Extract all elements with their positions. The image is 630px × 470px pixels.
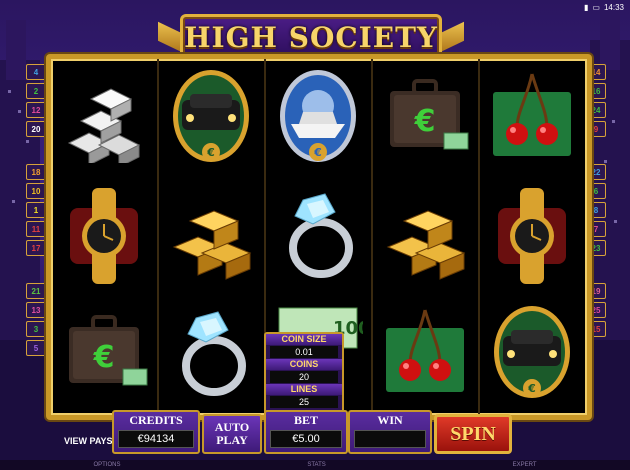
briefcase-symbol: € (372, 59, 478, 177)
payline-marker[interactable]: 5 (26, 340, 46, 356)
payline-marker[interactable]: 21 (26, 283, 46, 299)
lines-label: LINES (266, 384, 342, 395)
lines-value[interactable]: 25 (270, 396, 338, 408)
payline-marker[interactable]: 18 (26, 164, 46, 180)
limousine-symbol: € (158, 59, 264, 177)
payline-marker[interactable]: 20 (26, 121, 46, 137)
svg-text:€: € (313, 146, 322, 159)
payline-marker[interactable]: 1 (26, 202, 46, 218)
status-bar: ▮ ▭ 14:33 (544, 0, 630, 14)
reel-4: € (372, 59, 478, 415)
reel-1: € (51, 59, 157, 415)
svg-text:€: € (527, 382, 536, 395)
game-scene: ▮ ▭ 14:33 HIGH SOCIETY 4 2 12 20 18 10 1 11 17 21… (0, 0, 630, 470)
watch-symbol (479, 177, 585, 295)
coins-label: COINS (266, 359, 342, 370)
silver-bars-symbol (51, 59, 157, 177)
yacht-symbol: € (265, 59, 371, 177)
cherries-symbol (479, 59, 585, 177)
gold-bars-symbol (372, 177, 478, 295)
svg-text:€: € (414, 104, 436, 139)
win-display: WIN (348, 410, 432, 454)
payline-marker[interactable]: 2 (26, 83, 46, 99)
payline-marker[interactable]: 3 (26, 321, 46, 337)
payline-gap (26, 259, 44, 283)
stats-menu[interactable]: STATS (307, 462, 325, 468)
coin-size-label: COIN SIZE (266, 334, 342, 345)
spin-button[interactable]: SPIN (434, 414, 512, 454)
gold-bars-symbol (158, 177, 264, 295)
options-menu[interactable]: OPTIONS (93, 462, 120, 468)
reel-5: € (479, 59, 585, 415)
reel-2: € (158, 59, 264, 415)
credits-label: CREDITS (129, 413, 183, 427)
credits-value: €94134 (118, 430, 194, 448)
cherries-symbol (372, 295, 478, 413)
auto-play-label-2: PLAY (216, 433, 248, 447)
bet-button[interactable]: BET €5.00 (264, 410, 348, 454)
expert-menu[interactable]: EXPERT (513, 462, 537, 468)
payline-markers-left: 4 2 12 20 18 10 1 11 17 21 13 3 5 (26, 64, 46, 359)
credits-display: CREDITS €94134 (112, 410, 200, 454)
view-pays-link[interactable]: VIEW PAYS (64, 436, 113, 446)
diamond-ring-symbol (158, 295, 264, 413)
watch-symbol (51, 177, 157, 295)
payline-marker[interactable]: 13 (26, 302, 46, 318)
payline-gap (26, 140, 44, 164)
payline-marker[interactable]: 17 (26, 240, 46, 256)
diamond-ring-symbol (265, 177, 371, 295)
coin-size-value[interactable]: 0.01 (270, 346, 338, 358)
payline-marker[interactable]: 11 (26, 221, 46, 237)
payline-marker[interactable]: 4 (26, 64, 46, 80)
payline-marker[interactable]: 12 (26, 102, 46, 118)
auto-play-button[interactable]: AUTO PLAY (202, 414, 262, 454)
bottom-menu-bar: OPTIONS STATS EXPERT (0, 460, 630, 470)
coins-value[interactable]: 20 (270, 371, 338, 383)
bet-value: €5.00 (270, 430, 342, 448)
svg-text:€: € (206, 146, 215, 159)
briefcase-symbol: € (51, 295, 157, 413)
bet-label: BET (293, 413, 318, 427)
svg-text:€: € (93, 340, 115, 375)
win-label: WIN (377, 413, 403, 427)
bet-settings-popup: COIN SIZE 0.01 COINS 20 LINES 25 (264, 332, 344, 416)
wifi-icon: ▮ (584, 2, 589, 12)
win-value (354, 430, 426, 448)
payline-marker[interactable]: 10 (26, 183, 46, 199)
limousine-symbol: € (479, 295, 585, 413)
clock: 14:33 (603, 2, 624, 12)
battery-icon: ▭ (592, 2, 600, 12)
